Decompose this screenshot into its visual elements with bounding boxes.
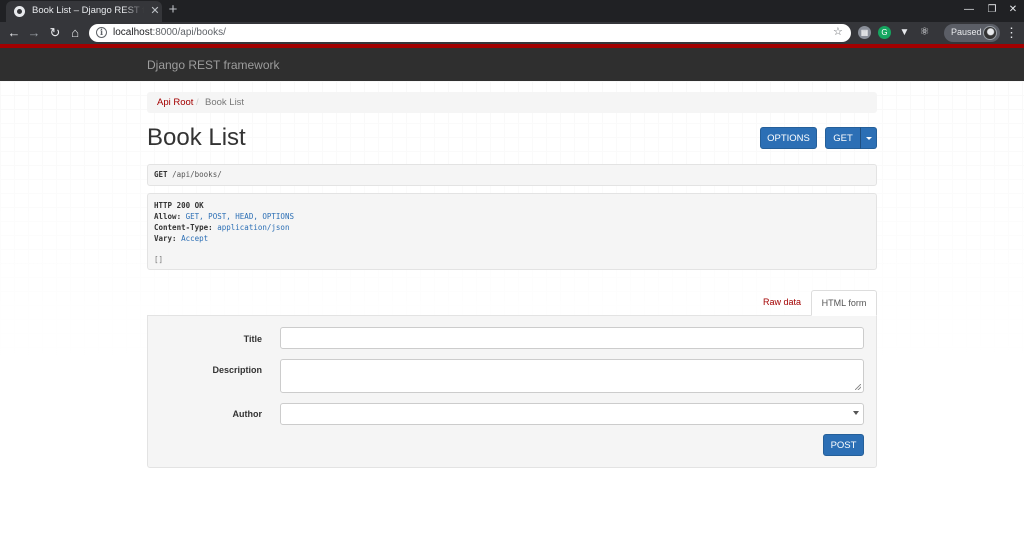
header-value: GET, POST, HEAD, OPTIONS: [185, 212, 294, 221]
request-method: GET: [154, 170, 168, 179]
avatar: [983, 26, 997, 40]
get-format-dropdown-button[interactable]: [860, 127, 877, 149]
description-textarea[interactable]: [280, 359, 864, 393]
header-key: Allow:: [154, 212, 182, 221]
forward-arrow-icon[interactable]: →: [26, 25, 42, 41]
browser-toolbar: ← → ↻ ⌂ i localhost:8000/api/books/ ☆ ▦ …: [0, 22, 1024, 44]
header-value: application/json: [217, 223, 290, 232]
get-button[interactable]: GET: [825, 127, 861, 149]
request-info: GET /api/books/: [147, 164, 877, 186]
url-host: localhost: [113, 27, 153, 38]
description-label: Description: [212, 365, 262, 375]
resize-grip-icon[interactable]: [855, 384, 861, 390]
tab-html-form[interactable]: HTML form: [811, 290, 877, 316]
star-icon[interactable]: ☆: [833, 25, 843, 38]
profile-status: Paused: [951, 27, 982, 37]
extension-grid-icon[interactable]: ▦: [858, 26, 871, 39]
grammarly-extension-icon[interactable]: G: [878, 26, 891, 39]
response-info: HTTP 200 OK Allow: GET, POST, HEAD, OPTI…: [147, 193, 877, 270]
info-icon[interactable]: i: [96, 27, 107, 38]
response-body: []: [154, 255, 164, 264]
tab-raw-data[interactable]: Raw data: [755, 291, 809, 315]
new-tab-button[interactable]: +: [165, 2, 181, 18]
breadcrumb-current: Book List: [205, 97, 245, 108]
browser-tab[interactable]: Book List – Django REST framework ✕: [6, 1, 162, 22]
tab-close-icon[interactable]: ✕: [149, 4, 161, 18]
navbar-brand[interactable]: Django REST framework: [147, 58, 280, 72]
browser-tabstrip: Book List – Django REST framework ✕ + — …: [0, 0, 1024, 22]
kebab-menu-icon[interactable]: ⋮: [1005, 25, 1018, 41]
react-extension-icon[interactable]: ⚛: [918, 26, 931, 39]
response-header-content-type: Content-Type: application/json: [154, 222, 870, 233]
url-path: :8000/api/books/: [152, 27, 226, 38]
response-header-allow: Allow: GET, POST, HEAD, OPTIONS: [154, 211, 870, 222]
minimize-icon[interactable]: —: [962, 3, 976, 17]
reload-icon[interactable]: ↻: [47, 25, 63, 41]
chevron-down-icon: [853, 411, 859, 415]
response-header-vary: Vary: Accept: [154, 233, 870, 244]
request-path: /api/books/: [172, 170, 222, 179]
caret-down-icon: [865, 136, 872, 140]
profile-button[interactable]: Paused: [944, 24, 1000, 42]
header-key: Vary:: [154, 234, 177, 243]
breadcrumb-separator: /: [196, 97, 199, 108]
navbar: Django REST framework: [0, 44, 1024, 81]
response-status: HTTP 200 OK: [154, 201, 204, 210]
options-button[interactable]: OPTIONS: [760, 127, 817, 149]
breadcrumb: Api Root / Book List: [147, 92, 877, 113]
author-select[interactable]: [280, 403, 864, 425]
address-bar[interactable]: i localhost:8000/api/books/ ☆: [89, 24, 851, 42]
tab-title: Book List – Django REST framework: [32, 5, 144, 16]
page-title: Book List: [147, 124, 246, 151]
header-key: Content-Type:: [154, 223, 213, 232]
back-arrow-icon[interactable]: ←: [6, 25, 22, 41]
vue-extension-icon[interactable]: ▼: [898, 26, 911, 39]
window-close-icon[interactable]: ✕: [1006, 3, 1020, 17]
post-button[interactable]: POST: [823, 434, 864, 456]
url-text[interactable]: localhost:8000/api/books/: [113, 26, 226, 40]
globe-favicon-icon: [14, 6, 25, 17]
restore-icon[interactable]: ❐: [985, 3, 999, 17]
author-label: Author: [232, 409, 263, 419]
home-icon[interactable]: ⌂: [67, 25, 83, 41]
breadcrumb-api-root[interactable]: Api Root: [157, 92, 193, 113]
title-input[interactable]: [280, 327, 864, 349]
header-value: Accept: [181, 234, 209, 243]
title-label: Title: [243, 334, 262, 344]
post-form: Title Description Author POST: [147, 315, 877, 468]
